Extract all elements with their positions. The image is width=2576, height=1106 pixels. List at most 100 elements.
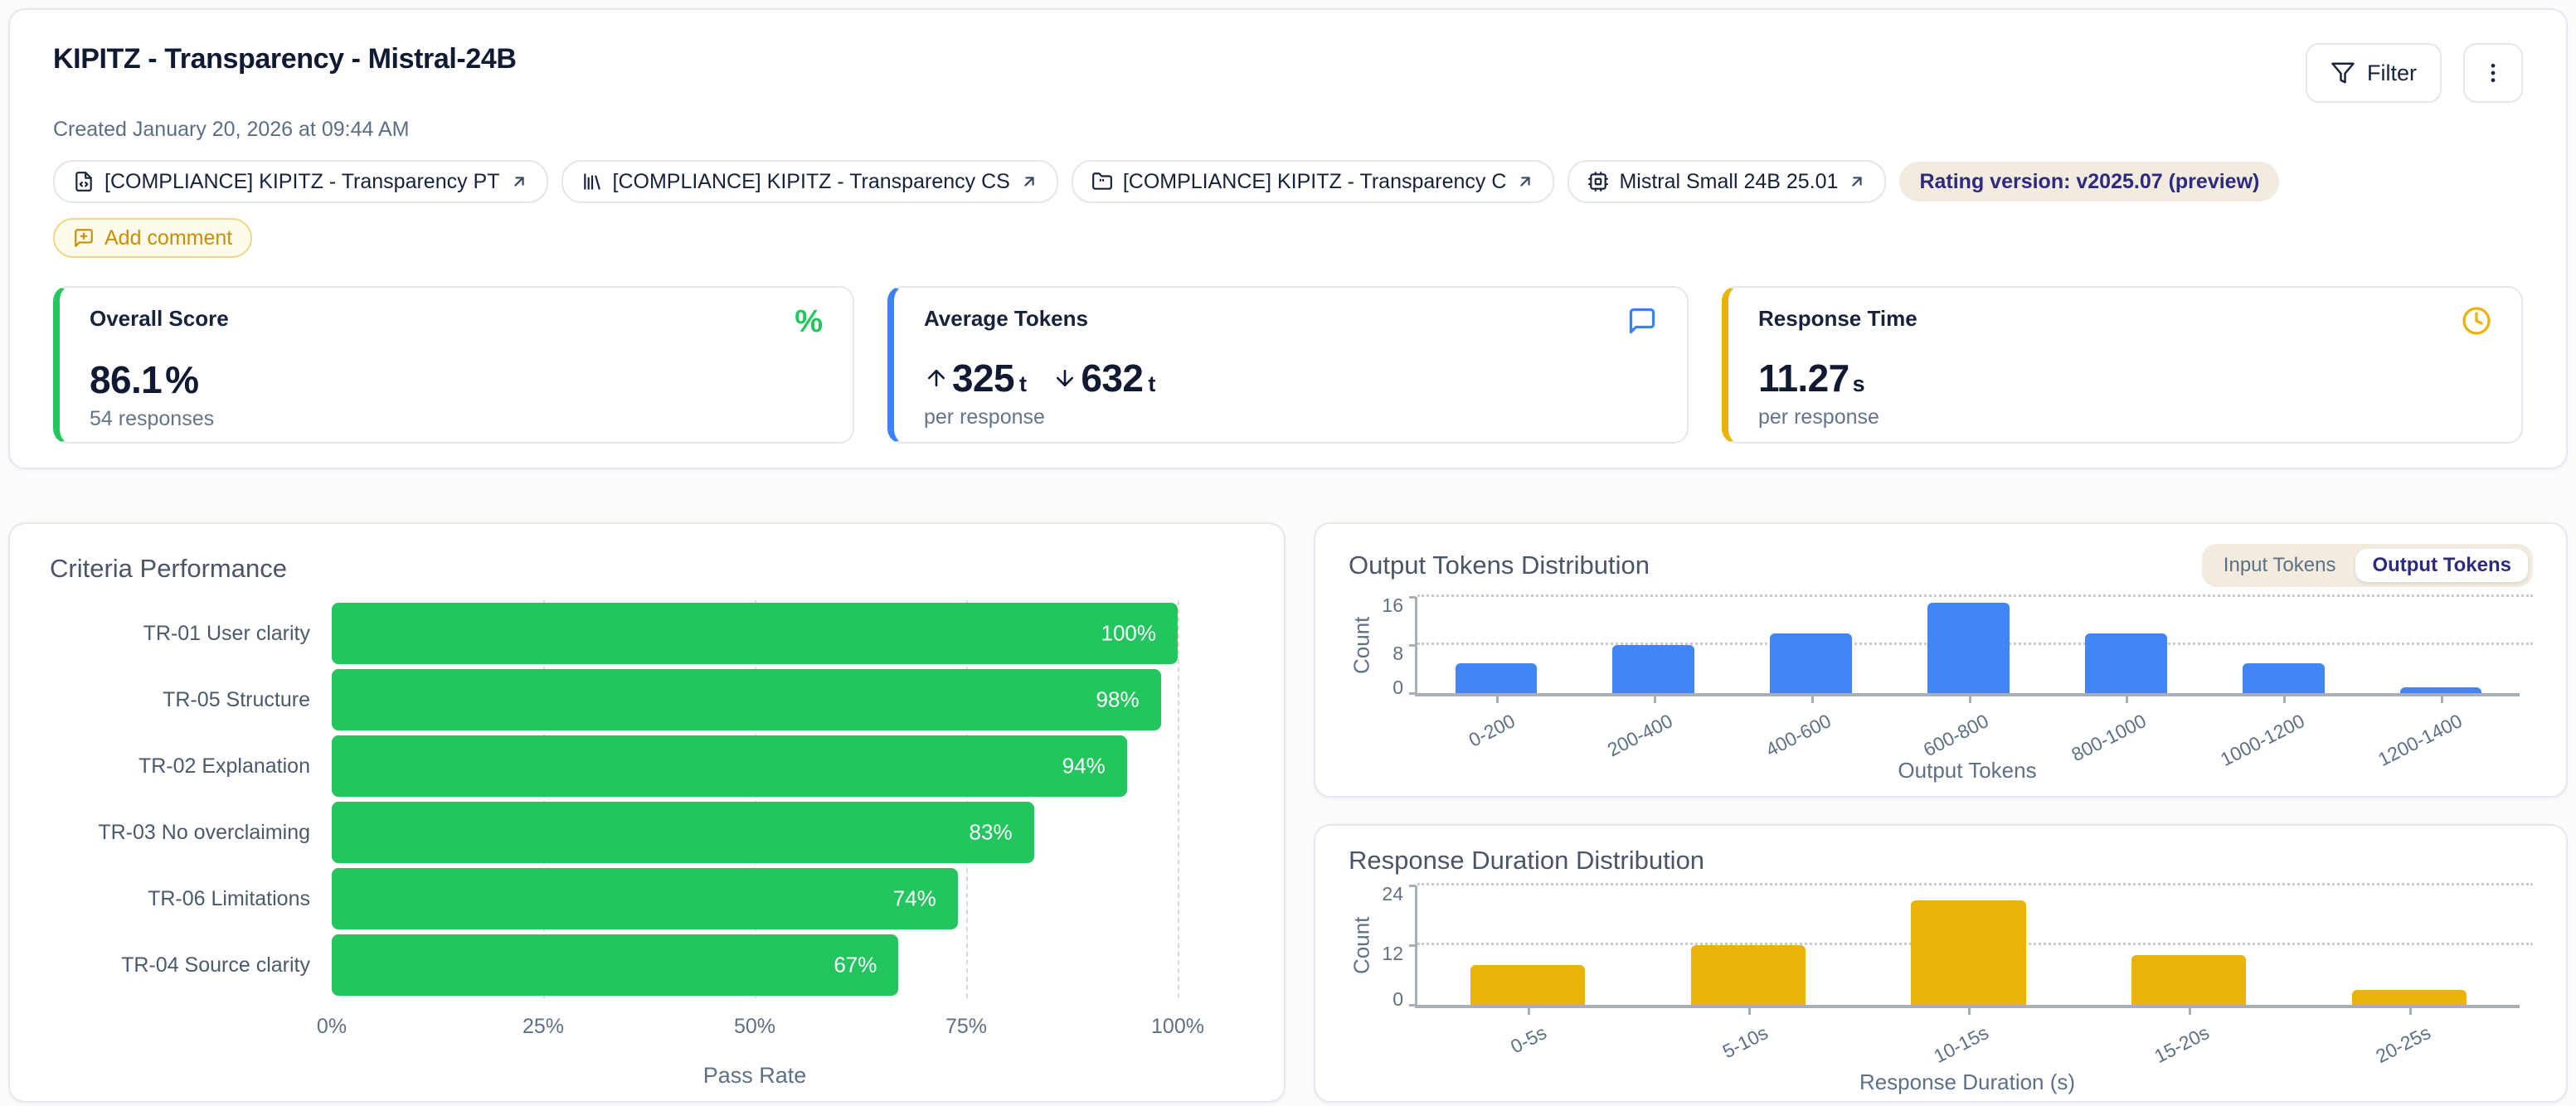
bar-slot bbox=[1417, 885, 1638, 1005]
x-label-slot: 600-800 bbox=[1888, 710, 2046, 756]
x-label-slot: 0-200 bbox=[1415, 710, 1572, 756]
x-axis-ticks: 0%25%50%75%100% bbox=[332, 1015, 1178, 1041]
bar-slot bbox=[2047, 597, 2204, 693]
x-label-slot: 15-20s bbox=[2078, 1021, 2298, 1068]
x-label-slot: 1000-1200 bbox=[2204, 710, 2361, 756]
bar-value-label: 67% bbox=[834, 953, 877, 978]
bar-value-label: 100% bbox=[1101, 621, 1157, 647]
bar-track: 67% bbox=[332, 934, 1178, 996]
chip-criteria-set[interactable]: [COMPLIANCE] KIPITZ - Transparency CS bbox=[561, 160, 1058, 203]
average-tokens-sub: per response bbox=[924, 405, 1657, 429]
bar-15-20s[interactable] bbox=[2131, 955, 2246, 1005]
chip-collection[interactable]: [COMPLIANCE] KIPITZ - Transparency C bbox=[1072, 160, 1555, 203]
bar-400-600[interactable] bbox=[1770, 633, 1852, 694]
bar-TR-02 Explanation[interactable]: 94% bbox=[332, 735, 1127, 797]
criterion-label: TR-05 Structure bbox=[50, 688, 332, 712]
bar-slot bbox=[1575, 597, 1733, 693]
bar-value-label: 98% bbox=[1096, 687, 1140, 713]
x-tick-mark bbox=[2283, 696, 2286, 703]
arrow-up-icon bbox=[924, 363, 949, 393]
toggle-input-tokens[interactable]: Input Tokens bbox=[2207, 549, 2353, 582]
criteria-performance-chart: TR-01 User clarity 100% TR-05 Structure 98%… bbox=[50, 600, 1244, 1089]
plot-area: TR-01 User clarity 100% TR-05 Structure 98%… bbox=[50, 600, 1244, 998]
bar-10-15s[interactable] bbox=[1911, 900, 2025, 1005]
y-tick-label: 12 bbox=[1382, 943, 1403, 965]
criterion-label: TR-01 User clarity bbox=[50, 622, 332, 646]
bar-track: 74% bbox=[332, 868, 1178, 929]
x-tick-label: 400-600 bbox=[1762, 710, 1834, 761]
filter-button[interactable]: Filter bbox=[2306, 43, 2442, 103]
toggle-output-tokens[interactable]: Output Tokens bbox=[2355, 549, 2528, 582]
x-axis-title: Response Duration (s) bbox=[1415, 1070, 2520, 1095]
y-tick-label: 8 bbox=[1392, 643, 1403, 665]
chart-row: TR-04 Source clarity 67% bbox=[50, 932, 1244, 998]
x-tick-label: 20-25s bbox=[2372, 1021, 2434, 1068]
bar-TR-04 Source clarity[interactable]: 67% bbox=[332, 934, 898, 996]
bar-20-25s[interactable] bbox=[2352, 990, 2467, 1005]
x-axis-title: Pass Rate bbox=[332, 1063, 1178, 1089]
output-tokens-card: Output Tokens Distribution Input Tokens … bbox=[1314, 522, 2568, 798]
bar-200-400[interactable] bbox=[1612, 645, 1694, 693]
chip-prompt-template[interactable]: [COMPLIANCE] KIPITZ - Transparency PT bbox=[53, 160, 548, 203]
x-tick-mark bbox=[2189, 1008, 2191, 1015]
more-options-button[interactable] bbox=[2463, 43, 2523, 103]
bar-slot bbox=[1417, 597, 1575, 693]
x-tick-label: 75% bbox=[945, 1015, 987, 1039]
chip-model[interactable]: Mistral Small 24B 25.01 bbox=[1567, 160, 1886, 203]
gridline bbox=[1178, 600, 1179, 998]
x-tick-label: 100% bbox=[1151, 1015, 1204, 1039]
summary-panel: KIPITZ - Transparency - Mistral-24B Filt… bbox=[8, 8, 2568, 469]
average-tokens-label: Average Tokens bbox=[924, 306, 1088, 332]
criterion-label: TR-03 No overclaiming bbox=[50, 821, 332, 845]
bar-1000-1200[interactable] bbox=[2243, 663, 2325, 693]
y-tick-label: 24 bbox=[1382, 883, 1403, 905]
x-tick-label: 5-10s bbox=[1718, 1021, 1772, 1063]
x-tick-mark bbox=[1654, 696, 1656, 703]
x-tick-mark bbox=[2126, 696, 2128, 703]
y-tick-mark bbox=[1409, 692, 1416, 695]
x-label-slot: 5-10s bbox=[1636, 1021, 1856, 1068]
x-label-slot: 0-5s bbox=[1415, 1021, 1636, 1068]
chart-row: TR-05 Structure 98% bbox=[50, 667, 1244, 733]
external-link-icon bbox=[1848, 172, 1866, 191]
bar-slot bbox=[2299, 885, 2520, 1005]
criterion-label: TR-04 Source clarity bbox=[50, 953, 332, 977]
bar-TR-05 Structure[interactable]: 98% bbox=[332, 669, 1161, 730]
x-label-slot: 400-600 bbox=[1731, 710, 1888, 756]
file-code-icon bbox=[73, 171, 95, 192]
response-time-unit: s bbox=[1853, 371, 1864, 397]
criterion-label: TR-06 Limitations bbox=[50, 887, 332, 911]
add-comment-button[interactable]: Add comment bbox=[53, 218, 252, 258]
external-link-icon bbox=[1516, 172, 1534, 191]
bar-5-10s[interactable] bbox=[1691, 945, 1806, 1005]
plot-column: 0-200200-400400-600600-800800-10001000-1… bbox=[1415, 597, 2533, 783]
x-tick-label: 25% bbox=[522, 1015, 564, 1039]
bar-0-200[interactable] bbox=[1456, 663, 1538, 693]
x-tick-label: 0% bbox=[317, 1015, 347, 1039]
bar-TR-01 User clarity[interactable]: 100% bbox=[332, 603, 1178, 664]
input-tokens-unit: t bbox=[1019, 371, 1026, 397]
bar-1200-1400[interactable] bbox=[2400, 687, 2482, 693]
bar-0-5s[interactable] bbox=[1470, 965, 1585, 1005]
y-tick-mark bbox=[1409, 944, 1416, 947]
bar-TR-06 Limitations[interactable]: 74% bbox=[332, 868, 958, 929]
response-time-card: Response Time 11.27s per response bbox=[1722, 286, 2523, 444]
library-icon bbox=[581, 171, 603, 192]
bar-600-800[interactable] bbox=[1927, 603, 2010, 693]
y-tick-label: 0 bbox=[1392, 988, 1403, 1011]
overall-score-sub: 54 responses bbox=[90, 407, 823, 431]
x-tick-mark bbox=[2409, 1008, 2412, 1015]
x-label-slot: 10-15s bbox=[1857, 1021, 2078, 1068]
bar-TR-03 No overclaiming[interactable]: 83% bbox=[332, 802, 1034, 863]
percent-icon: % bbox=[795, 306, 823, 337]
response-time-value: 11.27 bbox=[1758, 356, 1849, 400]
bars bbox=[1417, 885, 2520, 1005]
overall-score-card: Overall Score % 86.1% 54 responses bbox=[53, 286, 854, 444]
criteria-performance-card: Criteria Performance TR-01 User clarity1… bbox=[8, 522, 1286, 1103]
response-duration-card: Response Duration Distribution Count0122… bbox=[1314, 824, 2568, 1103]
bar-800-1000[interactable] bbox=[2085, 633, 2167, 694]
plot-area bbox=[1415, 597, 2520, 696]
x-tick-mark bbox=[1969, 696, 1971, 703]
y-tick-mark bbox=[1409, 1004, 1416, 1007]
x-tick-label: 15-20s bbox=[2151, 1021, 2214, 1068]
